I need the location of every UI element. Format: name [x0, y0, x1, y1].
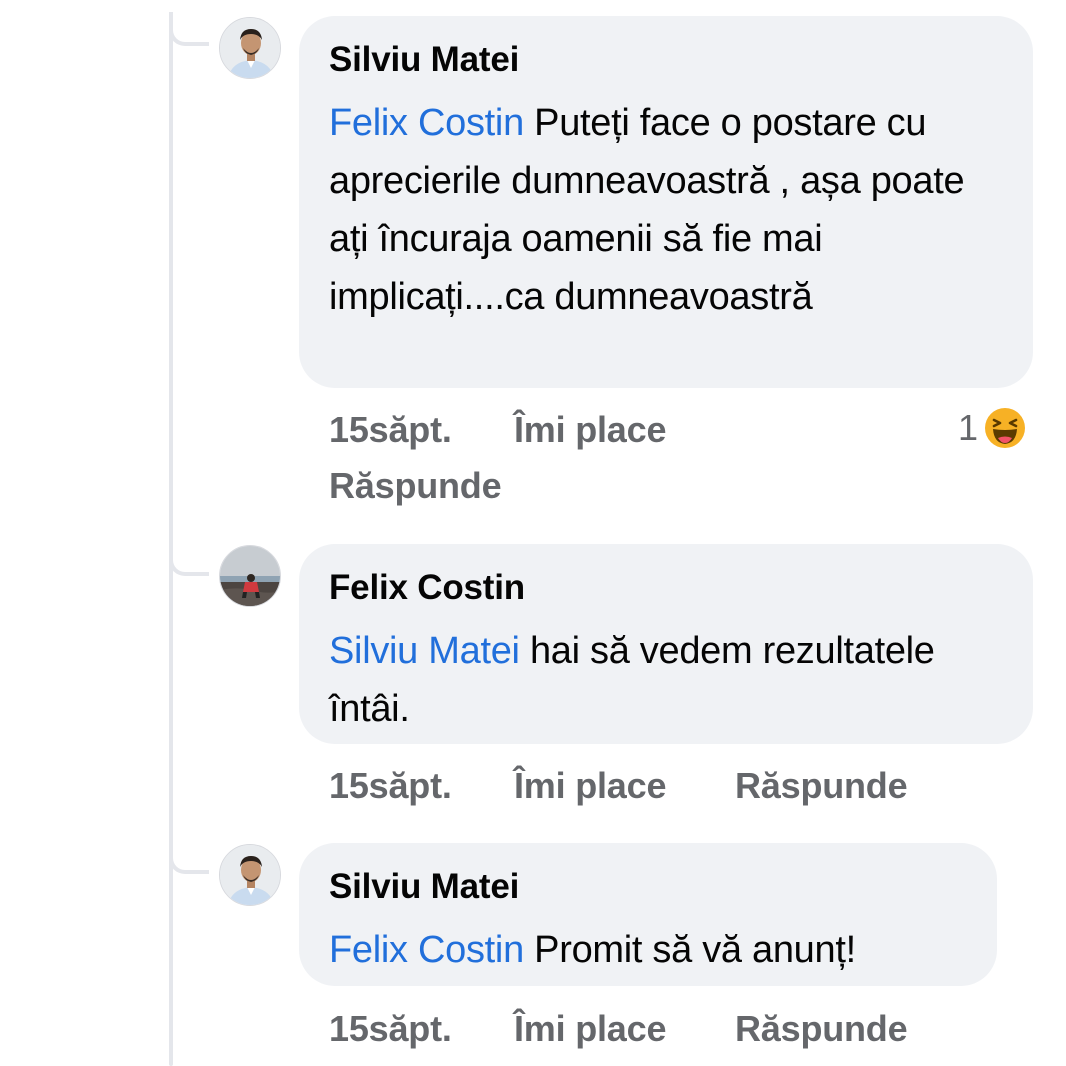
reaction-count: 1 [958, 407, 979, 448]
reply-button[interactable]: Răspunde [329, 465, 502, 507]
reply-button[interactable]: Răspunde [735, 1008, 908, 1050]
comment-time[interactable]: 15săpt. [329, 409, 452, 451]
thread-branch [169, 840, 209, 874]
comment-bubble: Silviu Matei Felix Costin Puteți face o … [299, 16, 1033, 388]
comment-author[interactable]: Silviu Matei [329, 38, 1003, 82]
comment-text: Felix Costin Promit să vă anunț! [329, 921, 967, 979]
avatar[interactable] [219, 17, 281, 79]
like-button[interactable]: Îmi place [514, 409, 666, 451]
comment-time[interactable]: 15săpt. [329, 765, 452, 807]
comment-bubble: Silviu Matei Felix Costin Promit să vă a… [299, 843, 997, 986]
mention-link[interactable]: Silviu Matei [329, 630, 520, 672]
comment-text: Silviu Matei hai să vedem rezultatele în… [329, 622, 1003, 738]
comment-author[interactable]: Felix Costin [329, 566, 1003, 610]
reaction-summary[interactable]: 1 [958, 405, 1027, 451]
reply-button[interactable]: Răspunde [735, 765, 908, 807]
mention-link[interactable]: Felix Costin [329, 929, 524, 971]
like-button[interactable]: Îmi place [514, 1008, 666, 1050]
comment-bubble: Felix Costin Silviu Matei hai să vedem r… [299, 544, 1033, 744]
mention-link[interactable]: Felix Costin [329, 102, 524, 144]
comment-author[interactable]: Silviu Matei [329, 865, 967, 909]
thread-line [169, 12, 173, 1066]
avatar[interactable] [219, 545, 281, 607]
haha-emoji-icon [984, 407, 1027, 449]
like-button[interactable]: Îmi place [514, 765, 666, 807]
comment-text: Felix Costin Puteți face o postare cu ap… [329, 94, 1003, 326]
avatar[interactable] [219, 844, 281, 906]
comment-time[interactable]: 15săpt. [329, 1008, 452, 1050]
thread-branch [169, 12, 209, 46]
comment-body: Promit să vă anunț! [523, 929, 856, 971]
thread-branch [169, 542, 209, 576]
